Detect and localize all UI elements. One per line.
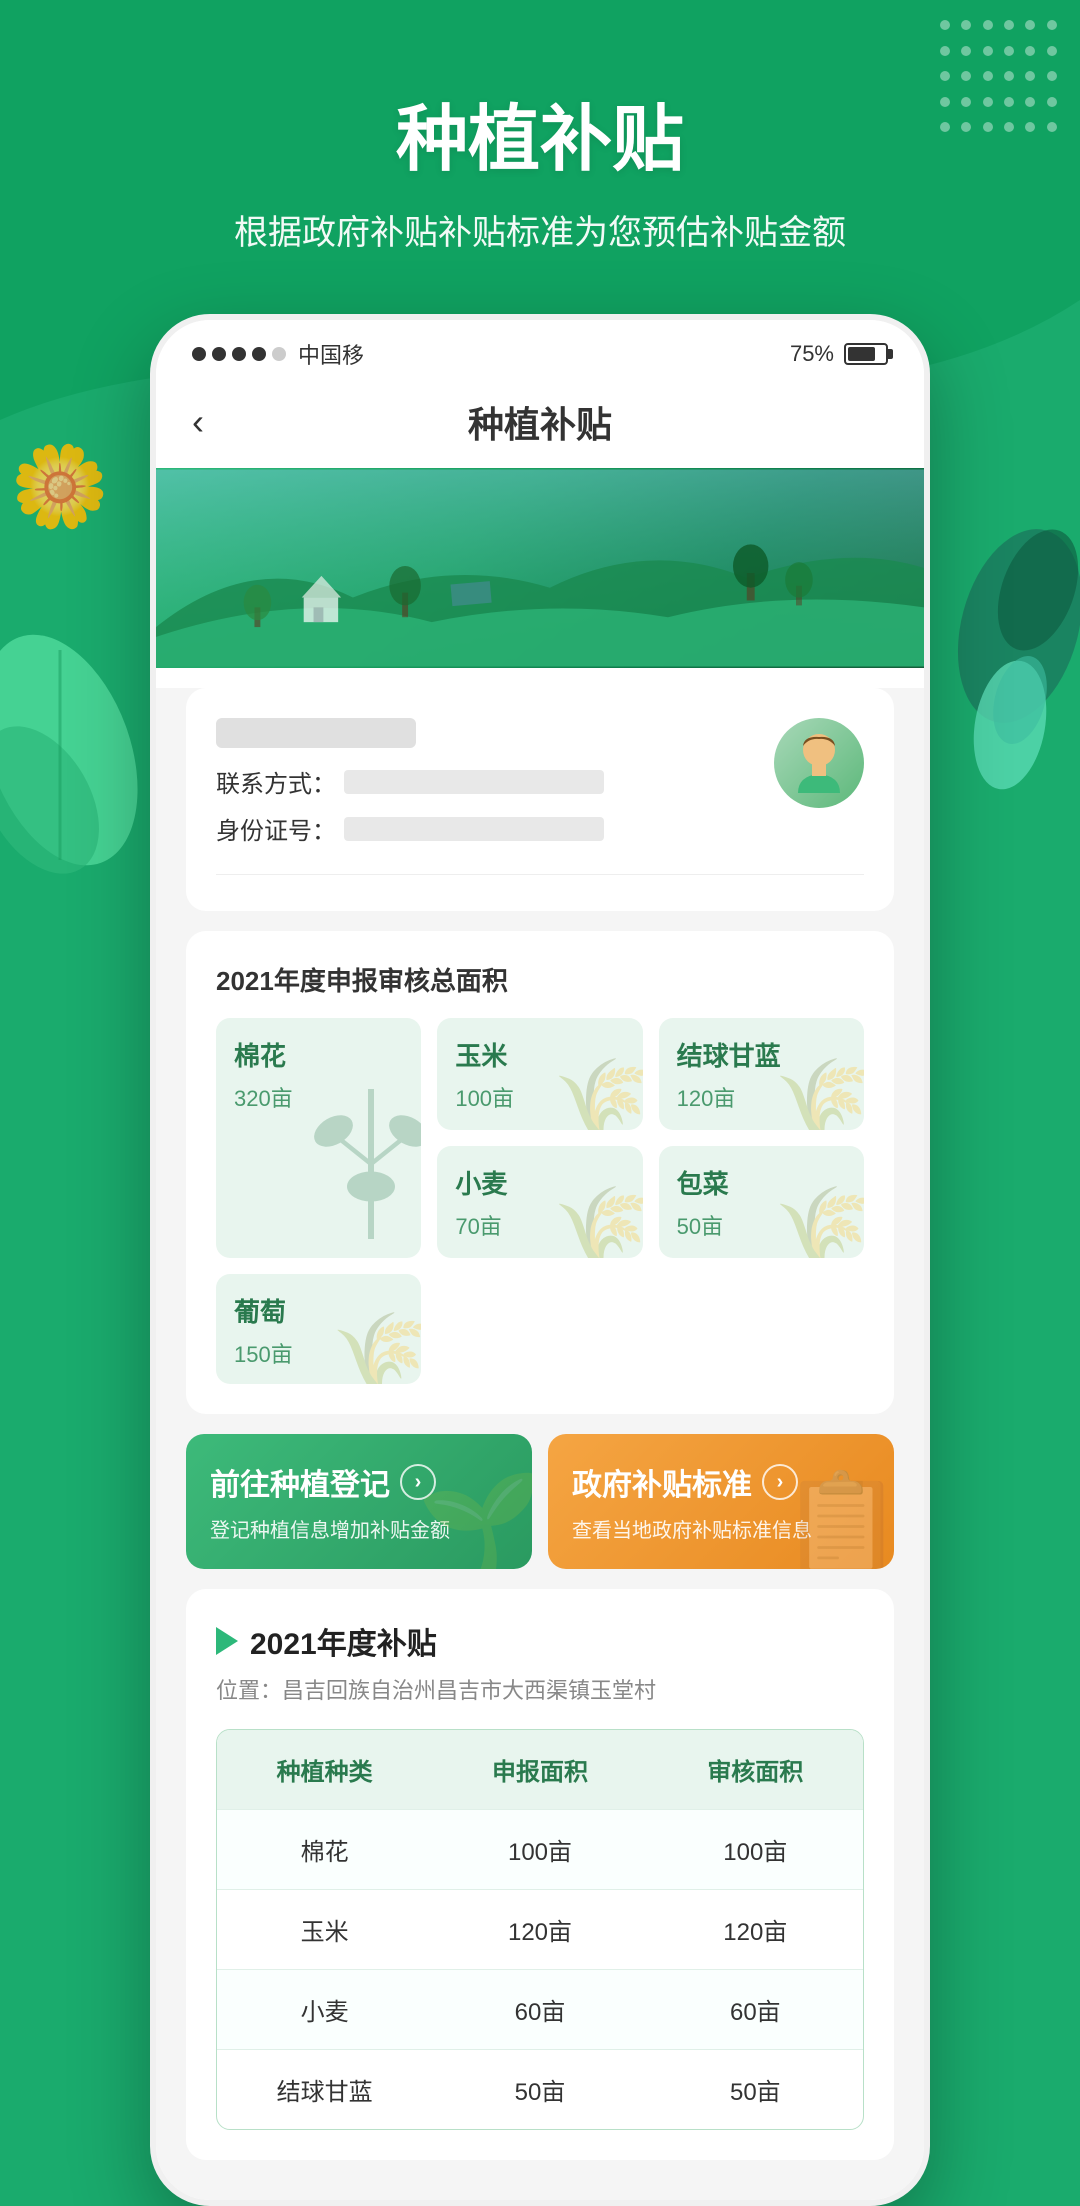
nav-title: 种植补贴 <box>468 396 612 448</box>
status-bar: 中国移 75% <box>156 320 924 380</box>
table-row: 小麦 60亩 60亩 <box>217 1969 863 2049</box>
app-body: 联系方式： 身份证号： <box>156 688 924 2200</box>
main-content: 种植补贴 根据政府补贴补贴标准为您预估补贴金额 中国移 75% <box>0 0 1080 2206</box>
crop-card-grape: 葡萄 150亩 🌾 <box>216 1274 421 1384</box>
table-header-verified: 审核面积 <box>648 1730 863 1809</box>
signal-dot-3 <box>232 347 246 361</box>
table-row: 玉米 120亩 120亩 <box>217 1889 863 1969</box>
crop-card-cabbage: 结球甘蓝 120亩 🌾 <box>659 1018 864 1130</box>
row3-verified: 60亩 <box>648 1970 863 2049</box>
user-details: 联系方式： 身份证号： <box>216 718 754 858</box>
user-name-blur <box>216 718 416 748</box>
subsidy-standard-icon-bg: 📋 <box>779 1467 894 1569</box>
page-subtitle: 根据政府补贴补贴标准为您预估补贴金额 <box>234 205 846 254</box>
row3-reported: 60亩 <box>432 1970 647 2049</box>
divider <box>216 874 864 875</box>
id-value-blur <box>344 817 604 841</box>
planting-register-icon-bg: 🌱 <box>417 1467 532 1569</box>
table-row: 结球甘蓝 50亩 50亩 <box>217 2049 863 2129</box>
action-row: 前往种植登记 › 登记种植信息增加补贴金额 🌱 政府补贴标准 › 查看当地政府补… <box>186 1434 894 1569</box>
nav-bar: ‹ 种植补贴 <box>156 380 924 468</box>
subsidy-table: 种植种类 申报面积 审核面积 棉花 100亩 100亩 玉米 120亩 120亩 <box>216 1729 864 2130</box>
table-header: 种植种类 申报面积 审核面积 <box>217 1730 863 1809</box>
hero-banner <box>156 468 924 668</box>
status-left: 中国移 <box>192 338 364 370</box>
signal-dot-4 <box>252 347 266 361</box>
crop-card-corn: 玉米 100亩 🌾 <box>437 1018 642 1130</box>
crop-card-bok: 包菜 50亩 🌾 <box>659 1146 864 1258</box>
signal-dot-1 <box>192 347 206 361</box>
row1-crop: 棉花 <box>217 1810 432 1889</box>
row2-crop: 玉米 <box>217 1890 432 1969</box>
crop-icon-cotton <box>311 1074 421 1258</box>
table-header-reported: 申报面积 <box>432 1730 647 1809</box>
crop-icon-bok: 🌾 <box>774 1188 864 1258</box>
back-button[interactable]: ‹ <box>192 401 204 443</box>
id-field: 身份证号： <box>216 811 754 846</box>
contact-value-blur <box>344 770 604 794</box>
row4-verified: 50亩 <box>648 2050 863 2129</box>
signal-dot-5 <box>272 347 286 361</box>
crop-name-cotton: 棉花 <box>234 1036 403 1073</box>
subsidy-section: 2021年度补贴 位置：昌吉回族自治州昌吉市大西渠镇玉堂村 种植种类 申报面积 … <box>186 1589 894 2160</box>
area-section-title: 2021年度申报审核总面积 <box>216 961 864 998</box>
planting-register-button[interactable]: 前往种植登记 › 登记种植信息增加补贴金额 🌱 <box>186 1434 532 1569</box>
row2-verified: 120亩 <box>648 1890 863 1969</box>
signal-dot-2 <box>212 347 226 361</box>
carrier-text: 中国移 <box>298 338 364 370</box>
subsidy-title: 2021年度补贴 <box>250 1619 437 1663</box>
subsidy-location: 位置：昌吉回族自治州昌吉市大西渠镇玉堂村 <box>216 1673 864 1705</box>
user-card: 联系方式： 身份证号： <box>186 688 894 911</box>
contact-label: 联系方式： <box>216 764 336 799</box>
subsidy-standard-button[interactable]: 政府补贴标准 › 查看当地政府补贴标准信息 📋 <box>548 1434 894 1569</box>
battery-percent: 75% <box>790 341 834 367</box>
table-header-crop: 种植种类 <box>217 1730 432 1809</box>
battery-icon <box>844 343 888 365</box>
table-row: 棉花 100亩 100亩 <box>217 1809 863 1889</box>
page-title: 种植补贴 <box>396 80 684 185</box>
crop-icon-corn: 🌾 <box>553 1060 643 1130</box>
phone-mockup: 中国移 75% ‹ 种植补贴 <box>150 314 930 2206</box>
id-label: 身份证号： <box>216 811 336 846</box>
crop-card-cotton: 棉花 320亩 <box>216 1018 421 1258</box>
crop-icon-cabbage: 🌾 <box>774 1060 864 1130</box>
subsidy-triangle-icon <box>216 1627 238 1655</box>
row4-reported: 50亩 <box>432 2050 647 2129</box>
row3-crop: 小麦 <box>217 1970 432 2049</box>
crop-icon-wheat: 🌾 <box>553 1188 643 1258</box>
crop-grid: 棉花 320亩 <box>216 1018 864 1384</box>
row1-verified: 100亩 <box>648 1810 863 1889</box>
avatar <box>774 718 864 808</box>
area-section: 2021年度申报审核总面积 棉花 320亩 <box>186 931 894 1414</box>
contact-field: 联系方式： <box>216 764 754 799</box>
row4-crop: 结球甘蓝 <box>217 2050 432 2129</box>
row1-reported: 100亩 <box>432 1810 647 1889</box>
status-right: 75% <box>790 341 888 367</box>
crop-card-wheat: 小麦 70亩 🌾 <box>437 1146 642 1258</box>
row2-reported: 120亩 <box>432 1890 647 1969</box>
crop-icon-grape: 🌾 <box>332 1314 422 1384</box>
subsidy-header: 2021年度补贴 <box>216 1619 864 1663</box>
